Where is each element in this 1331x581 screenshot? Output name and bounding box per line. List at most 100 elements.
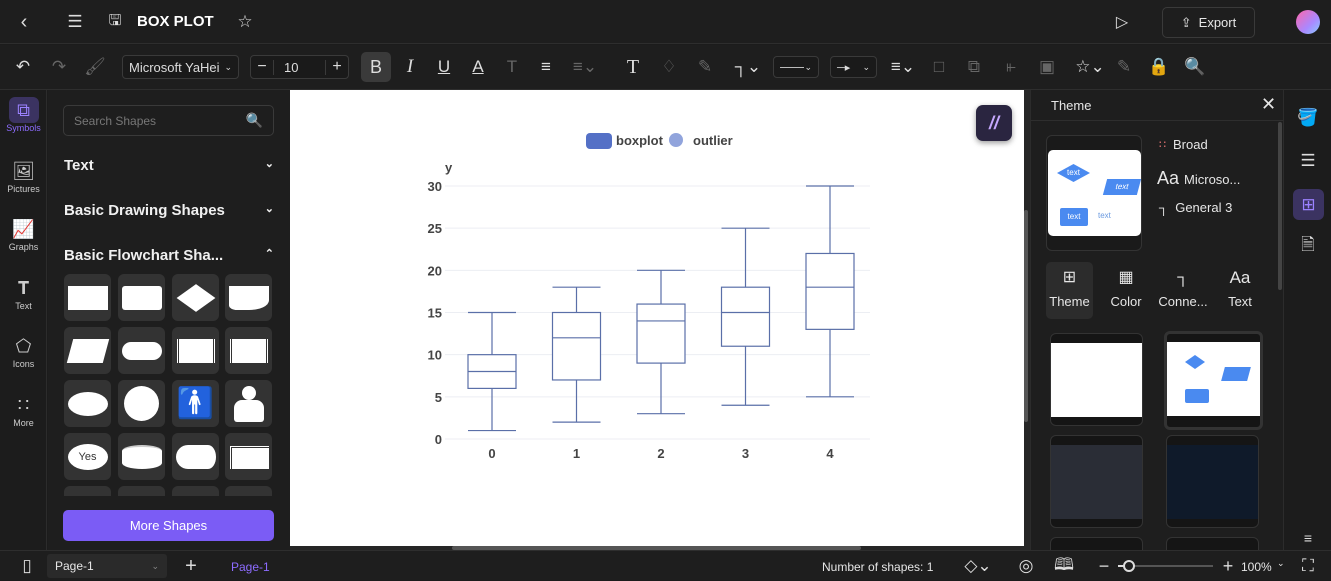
bold-icon[interactable]: B <box>361 52 391 82</box>
rail-item-graphs[interactable]: 📈 Graphs <box>0 216 47 252</box>
shape-more-4[interactable] <box>225 486 272 496</box>
book-icon[interactable]: 🕮 <box>1052 554 1076 578</box>
group-icon[interactable]: ▣ <box>1034 53 1060 81</box>
shape-more-1[interactable] <box>64 486 111 496</box>
color-scheme[interactable]: ∷ Broad <box>1159 137 1208 152</box>
search-shapes-input[interactable]: Search Shapes 🔍 <box>63 105 274 136</box>
export-button[interactable]: ⇪ Export <box>1162 7 1255 38</box>
tab-color[interactable]: ▦ Color <box>1101 262 1151 319</box>
document-title[interactable]: BOX PLOT <box>137 13 214 30</box>
star-icon[interactable]: ☆ <box>232 8 258 36</box>
arrow-style-select[interactable]: ─▸ ⌄ <box>830 56 877 78</box>
rail-item-pictures[interactable]: 🖼 Pictures <box>0 158 47 194</box>
zoom-out-icon[interactable]: − <box>1094 554 1114 578</box>
line-style-select[interactable]: ⌄ <box>773 56 819 78</box>
back-icon[interactable]: ‹ <box>10 8 38 36</box>
shape-stored-data[interactable] <box>172 433 219 480</box>
theme-option-outline[interactable] <box>1050 333 1143 426</box>
theme-icon[interactable]: ⊞ <box>1293 189 1324 220</box>
fill-bucket-icon[interactable]: 🪣 <box>1294 104 1322 132</box>
align-objects-icon[interactable]: ⫦ <box>998 53 1024 81</box>
increase-font-icon[interactable]: + <box>326 58 348 76</box>
send-back-icon[interactable]: ⧉ <box>961 53 987 81</box>
text-tool-icon[interactable]: T <box>620 53 646 81</box>
page-select[interactable]: Page-1 ⌄ <box>47 554 167 578</box>
theme-option-blue[interactable] <box>1164 331 1263 430</box>
text-bg-icon[interactable]: T <box>499 53 525 81</box>
ai-assistant-icon[interactable]: // <box>976 105 1012 141</box>
fullscreen-icon[interactable]: ⛶ <box>1296 554 1320 578</box>
more-shapes-button[interactable]: More Shapes <box>63 510 274 541</box>
format-panel-icon[interactable]: ☰ <box>1294 147 1322 175</box>
zoom-in-icon[interactable]: + <box>1218 554 1238 578</box>
rail-item-text[interactable]: 𝐓 Text <box>0 275 47 311</box>
font-family-select[interactable]: Microsoft YaHei ⌄ <box>122 55 239 79</box>
boxplot-chart[interactable]: 0 5 10 15 20 25 30y 0 1 2 3 4 boxplot outlier <box>290 90 1024 546</box>
italic-icon[interactable]: I <box>397 53 423 81</box>
shape-more-2[interactable] <box>118 486 165 496</box>
shape-user[interactable] <box>225 380 272 427</box>
decrease-font-icon[interactable]: − <box>251 58 273 76</box>
tab-connector[interactable]: ┐ Conne... <box>1155 262 1211 319</box>
rail-item-more[interactable]: ∷ More <box>0 392 47 428</box>
bring-front-icon[interactable]: □ <box>926 53 952 81</box>
layers-icon[interactable]: ◇⌄ <box>962 554 994 578</box>
pen-icon[interactable]: ✎ <box>692 53 718 81</box>
section-text[interactable]: Text ⌄ <box>64 157 274 174</box>
panel-toggle-icon[interactable]: ▯ <box>14 554 40 578</box>
fill-icon[interactable]: ♢ <box>656 53 682 81</box>
shape-more-3[interactable] <box>172 486 219 496</box>
theme-option-navy[interactable] <box>1166 435 1259 528</box>
connector-icon[interactable]: ┐⌄ <box>732 53 764 81</box>
tab-text[interactable]: Aa Text <box>1215 262 1265 319</box>
format-painter-icon[interactable]: 🖌 <box>82 53 108 81</box>
shape-subprocess[interactable] <box>225 327 272 374</box>
add-page-icon[interactable]: + <box>178 554 204 578</box>
chevron-down-icon[interactable]: ⌄ <box>1277 558 1285 569</box>
redo-icon[interactable]: ↷ <box>46 53 72 81</box>
settings-list-icon[interactable]: ≡ <box>1294 527 1322 549</box>
lock-icon[interactable]: 🔒 <box>1146 53 1172 81</box>
theme-panel-scrollbar[interactable] <box>1278 122 1282 290</box>
theme-option-dark-gray[interactable] <box>1050 435 1143 528</box>
avatar[interactable] <box>1296 10 1320 34</box>
font-size-stepper[interactable]: − 10 + <box>250 55 349 79</box>
shape-data[interactable] <box>64 327 111 374</box>
line-weight-icon[interactable]: ≡⌄ <box>887 53 919 81</box>
play-icon[interactable]: ▷ <box>1108 8 1136 36</box>
tab-theme[interactable]: ⊞ Theme <box>1046 262 1093 319</box>
shape-decision[interactable] <box>172 274 219 321</box>
focus-icon[interactable]: ◎ <box>1014 554 1038 578</box>
shape-ellipse[interactable] <box>64 380 111 427</box>
edit-icon[interactable]: ✎ <box>1111 53 1137 81</box>
shape-rounded-rect[interactable] <box>118 274 165 321</box>
theme-font[interactable]: Aa Microso... <box>1157 168 1240 189</box>
line-spacing-icon[interactable]: ≡⌄ <box>568 53 602 81</box>
undo-icon[interactable]: ↶ <box>10 53 36 81</box>
shape-document[interactable] <box>225 274 272 321</box>
theme-connector[interactable]: ┐ General 3 <box>1159 200 1232 215</box>
page-list-icon[interactable]: 🗎 <box>1294 232 1322 260</box>
menu-icon[interactable]: ☰ <box>62 8 88 36</box>
shape-actor[interactable]: 🚹 <box>172 380 219 427</box>
zoom-level[interactable]: 100% <box>1241 560 1272 574</box>
rail-item-symbols[interactable]: ⧉ Symbols <box>0 97 47 133</box>
shape-internal-storage[interactable] <box>225 433 272 480</box>
shape-process[interactable] <box>64 274 111 321</box>
shape-database[interactable] <box>118 433 165 480</box>
page-tab[interactable]: Page-1 <box>231 560 270 574</box>
find-icon[interactable]: 🔍 <box>1182 53 1208 81</box>
align-icon[interactable]: ≡ <box>533 53 559 81</box>
section-basic-flowchart-shapes[interactable]: Basic Flowchart Sha... ⌃ <box>64 247 274 264</box>
save-icon[interactable]: 🖫 <box>102 8 128 36</box>
font-size-value[interactable]: 10 <box>273 59 326 75</box>
rail-item-icons[interactable]: ⬠ Icons <box>0 333 47 369</box>
vertical-scrollbar[interactable] <box>1024 210 1028 422</box>
shape-terminator[interactable] <box>118 327 165 374</box>
current-theme-preview[interactable]: text text text text <box>1046 135 1142 251</box>
magic-icon[interactable]: ☆⌄ <box>1074 53 1106 81</box>
shape-circle[interactable] <box>118 380 165 427</box>
zoom-slider[interactable] <box>1118 560 1213 572</box>
section-basic-drawing-shapes[interactable]: Basic Drawing Shapes ⌄ <box>64 202 274 219</box>
shape-predefined-process[interactable] <box>172 327 219 374</box>
